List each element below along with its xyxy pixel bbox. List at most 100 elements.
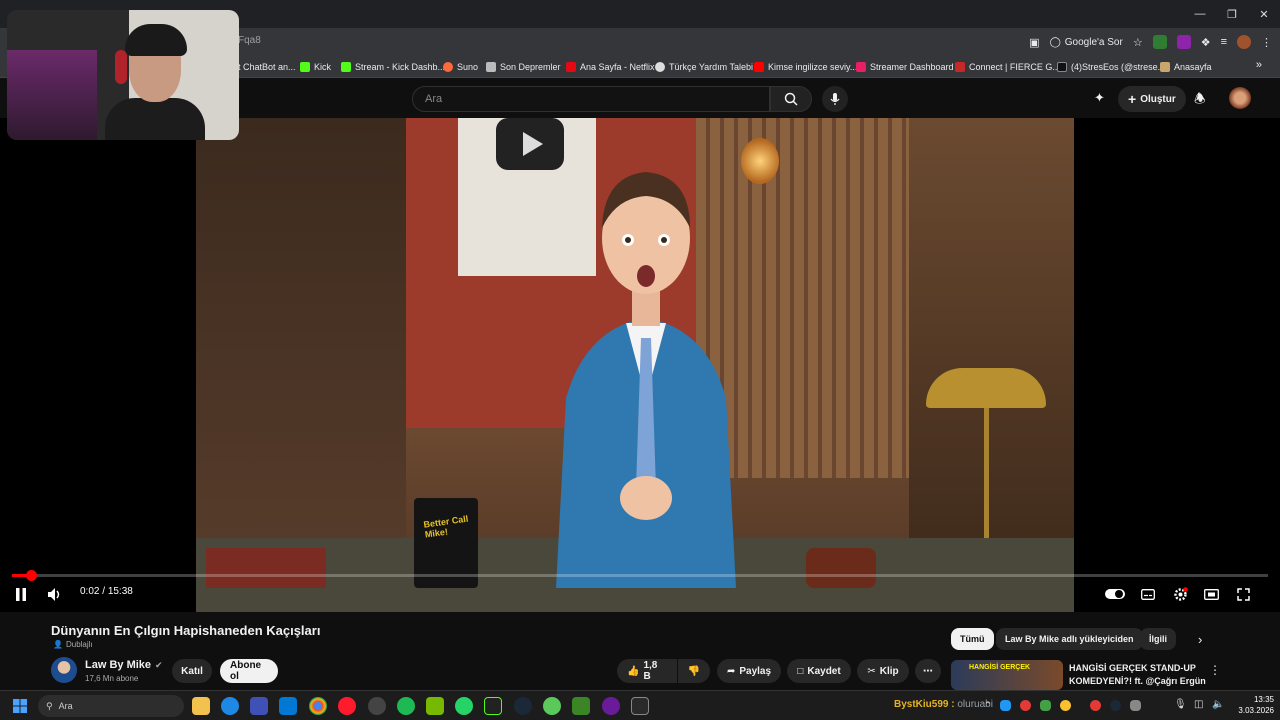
- notifications-bell-icon[interactable]: 🕭: [1194, 90, 1206, 112]
- join-button[interactable]: Katıl: [172, 659, 212, 683]
- tray-app-icon[interactable]: [1000, 700, 1011, 711]
- bookmark-streamer-dashboard[interactable]: Streamer Dashboard: [856, 60, 954, 74]
- restore-icon[interactable]: ❐: [1216, 0, 1248, 28]
- bookmark-star-icon[interactable]: ☆: [1133, 36, 1143, 49]
- chip-all[interactable]: Tümü: [951, 628, 994, 650]
- discord-bot-icon[interactable]: [543, 697, 561, 715]
- chip-from-uploader[interactable]: Law By Mike adlı yükleyiciden: [996, 628, 1143, 650]
- sparkle-icon[interactable]: ✦: [1094, 90, 1105, 106]
- settings-button[interactable]: [1170, 584, 1190, 604]
- bookmark-fierce[interactable]: Connect | FIERCE G...: [955, 60, 1060, 74]
- bookmark-tiktok[interactable]: (4)StresEos (@strese...: [1057, 60, 1165, 74]
- tray-record-icon[interactable]: [1090, 700, 1101, 711]
- webcam-streamer-shirt: [105, 98, 205, 140]
- microphone-icon[interactable]: 🎙: [1174, 699, 1187, 710]
- tray-streamer-widget[interactable]: BystKiu599 : oluruabi: [894, 699, 993, 710]
- share-button[interactable]: ➦ Paylaş: [717, 659, 781, 683]
- clip-button[interactable]: ✂ Klip: [857, 659, 909, 683]
- whatsapp-icon[interactable]: [455, 697, 473, 715]
- video-player[interactable]: Better Call Mike! 0:02 / 15:38: [0, 118, 1280, 612]
- ask-google-button[interactable]: ◯ Google'a Sor: [1050, 37, 1123, 48]
- channel-avatar[interactable]: [51, 657, 77, 683]
- browser-menu-icon[interactable]: ⋮: [1261, 36, 1272, 49]
- theater-mode-button[interactable]: [1201, 584, 1221, 604]
- bookmarks-overflow-icon[interactable]: »: [1256, 59, 1262, 71]
- opera-icon[interactable]: [338, 697, 356, 715]
- pause-button[interactable]: [12, 584, 30, 604]
- minecraft-icon[interactable]: [572, 697, 590, 715]
- spotify-icon[interactable]: [397, 697, 415, 715]
- like-button[interactable]: 👍 1,8 B: [617, 659, 677, 683]
- progress-bar[interactable]: [12, 570, 1268, 581]
- install-app-icon[interactable]: ▣: [1029, 36, 1039, 49]
- bookmark-kick-dashboard[interactable]: Stream - Kick Dashb...: [341, 60, 445, 74]
- netflix-icon: [566, 62, 576, 72]
- create-button[interactable]: + Oluştur: [1118, 86, 1186, 112]
- speaker-icon[interactable]: 🔈: [1212, 699, 1224, 710]
- dubbed-icon: 👤: [53, 640, 63, 649]
- dubbed-label: Dublajlı: [65, 640, 93, 649]
- microphone-icon: [830, 93, 840, 105]
- recommendation-thumbnail[interactable]: HANGİSİ GERÇEK: [951, 660, 1063, 690]
- fullscreen-button[interactable]: [1233, 584, 1253, 604]
- volume-button[interactable]: [45, 584, 65, 604]
- autoplay-toggle[interactable]: [1104, 584, 1126, 604]
- autoplay-toggle-icon: [1105, 589, 1125, 599]
- search-input[interactable]: Ara: [412, 86, 770, 112]
- bookmark-kick[interactable]: Kick: [300, 60, 331, 74]
- channel-name[interactable]: Law By Mike ✔: [85, 659, 163, 671]
- windows-start-icon[interactable]: [13, 699, 27, 713]
- file-explorer-icon[interactable]: [192, 697, 210, 715]
- save-button[interactable]: □ Kaydet: [787, 659, 851, 683]
- reading-list-icon[interactable]: ≡: [1221, 36, 1227, 48]
- obs-icon[interactable]: [368, 697, 386, 715]
- dislike-button[interactable]: 👎: [678, 659, 710, 683]
- chips-next-icon[interactable]: ›: [1198, 632, 1202, 647]
- kick-app-icon[interactable]: [484, 697, 502, 715]
- chip-related[interactable]: İlgili: [1140, 628, 1176, 650]
- bookmark-netflix[interactable]: Ana Sayfa - Netflix: [566, 60, 655, 74]
- store-icon[interactable]: [250, 697, 268, 715]
- account-avatar[interactable]: [1229, 87, 1251, 109]
- recommendation-menu-icon[interactable]: ⋮: [1209, 663, 1221, 677]
- chrome-icon[interactable]: [309, 697, 327, 715]
- bookmark-suno[interactable]: Suno: [443, 60, 478, 74]
- video-frame[interactable]: Better Call Mike!: [196, 118, 1074, 612]
- search-button[interactable]: [770, 86, 812, 112]
- bookmark-anasayfa[interactable]: Anasayfa: [1160, 60, 1212, 74]
- app-icon[interactable]: [602, 697, 620, 715]
- network-icon[interactable]: ◫: [1194, 699, 1203, 710]
- minimize-icon[interactable]: —: [1184, 0, 1216, 28]
- more-actions-button[interactable]: ⋯: [915, 659, 941, 683]
- tray-steam-icon[interactable]: [1110, 700, 1121, 711]
- subtitles-button[interactable]: [1138, 584, 1158, 604]
- bookmark-chatbot[interactable]: t ChatBot an...: [238, 60, 296, 74]
- steam-icon[interactable]: [514, 697, 532, 715]
- bookmark-youtube-video[interactable]: Kimse ingilizce seviy...: [754, 60, 857, 74]
- url-text[interactable]: Fqa8: [238, 35, 261, 46]
- extension-icon[interactable]: [1152, 35, 1167, 49]
- close-icon[interactable]: ✕: [1248, 0, 1280, 28]
- profile-avatar[interactable]: [1237, 35, 1251, 49]
- bookmark-son-depremler[interactable]: Son Depremler: [486, 60, 561, 74]
- taskbar-search-placeholder: Ara: [58, 701, 73, 711]
- progress-scrubber[interactable]: [25, 570, 37, 581]
- tray-app-icon[interactable]: [1130, 700, 1141, 711]
- epic-games-icon[interactable]: [631, 697, 649, 715]
- subscribe-button[interactable]: Abone ol: [220, 659, 278, 683]
- bookmark-yardim-talebi[interactable]: Türkçe Yardım Talebi: [655, 60, 753, 74]
- mail-icon[interactable]: [279, 697, 297, 715]
- taskbar-search[interactable]: ⚲ Ara: [38, 695, 184, 717]
- extensions-puzzle-icon[interactable]: ❖: [1201, 36, 1211, 49]
- voice-search-button[interactable]: [822, 86, 848, 112]
- recommendation-title[interactable]: HANGİSİ GERÇEK STAND-UP KOMEDYENİ?! ft. …: [1069, 662, 1209, 688]
- extension-icon[interactable]: [1176, 35, 1191, 49]
- tray-overflow-icon[interactable]: ⌃: [984, 700, 992, 711]
- nvidia-icon[interactable]: [426, 697, 444, 715]
- tray-app-icon[interactable]: [1020, 700, 1031, 711]
- tray-app-icon[interactable]: [1060, 700, 1071, 711]
- edge-icon[interactable]: [221, 697, 239, 715]
- tray-app-icon[interactable]: [1040, 700, 1051, 711]
- scene-desk-lamp: [926, 368, 1046, 408]
- taskbar-clock[interactable]: 13:35 3.03.2026: [1238, 694, 1274, 716]
